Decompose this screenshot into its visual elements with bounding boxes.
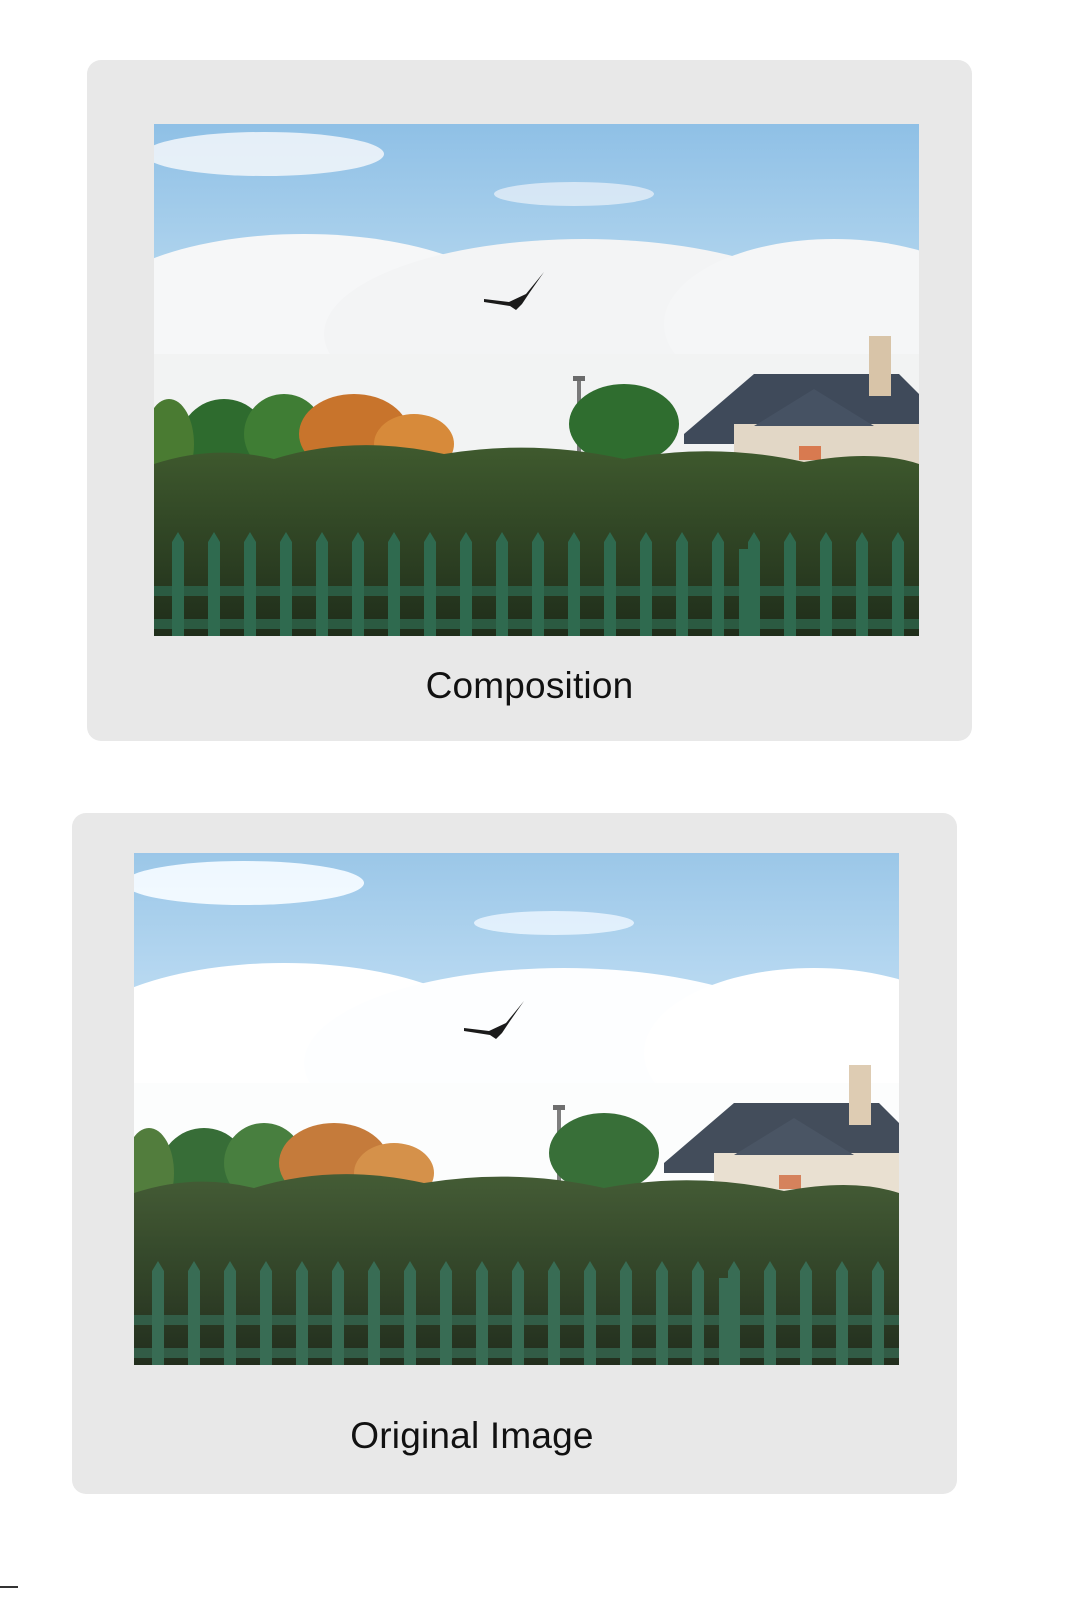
original-card: Original Image	[72, 813, 957, 1494]
composition-image	[154, 124, 919, 636]
composition-photo	[154, 124, 919, 636]
edge-divider	[0, 1586, 18, 1588]
original-image	[134, 853, 899, 1365]
original-caption: Original Image	[350, 1415, 594, 1456]
composition-caption: Composition	[425, 665, 634, 706]
composition-card: Composition	[87, 60, 972, 741]
original-photo	[134, 853, 899, 1365]
